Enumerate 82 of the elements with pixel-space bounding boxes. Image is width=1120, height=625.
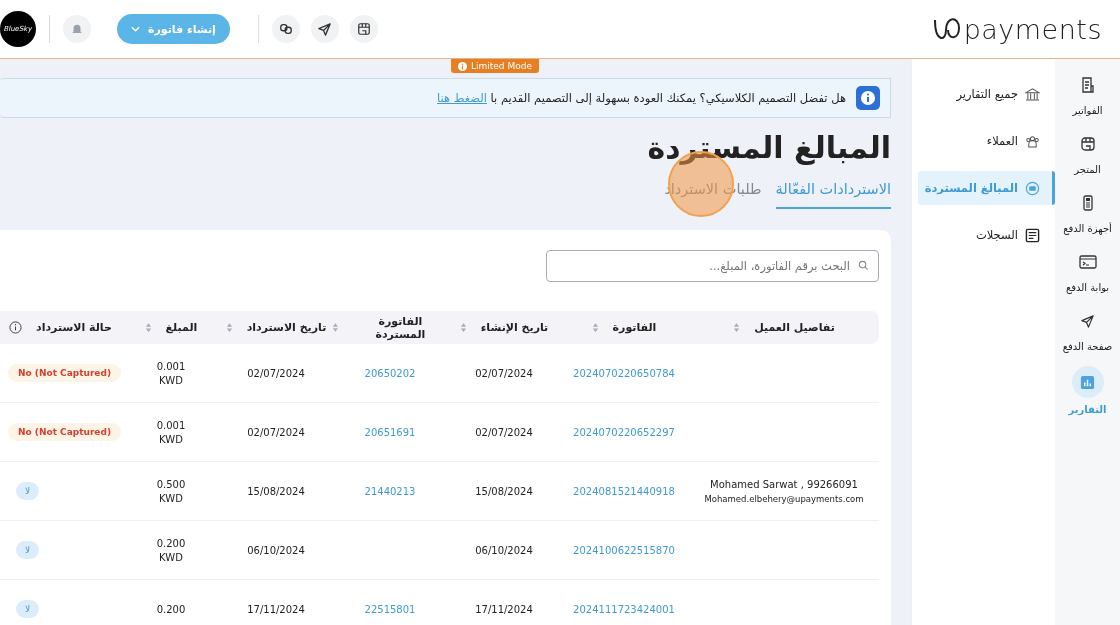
- date-cell: 06/10/2024: [247, 544, 305, 556]
- column-header: تاريخ الإنشاء: [480, 321, 549, 334]
- customer-email: Mohamed.elbehery@upayments.com: [703, 493, 865, 504]
- column-header: تاريخ الاسترداد: [246, 321, 327, 334]
- date-cell: 15/08/2024: [475, 485, 533, 497]
- bar-chart-icon: [1080, 374, 1095, 390]
- rail-nav-item[interactable]: أجهزة الدفع: [1063, 189, 1112, 234]
- date-cell: 02/07/2024: [475, 426, 533, 438]
- tab[interactable]: الاستردادات الفعّالة: [775, 181, 891, 209]
- refund-invoice-link[interactable]: 21440213: [364, 485, 416, 497]
- search-icon: [858, 260, 869, 271]
- submenu-item[interactable]: جميع التقارير: [918, 77, 1055, 111]
- send-icon[interactable]: [310, 15, 339, 43]
- refund-invoice-link[interactable]: 20650202: [364, 367, 416, 379]
- status-badge: لا: [16, 541, 40, 559]
- caret-icon: [131, 26, 140, 32]
- sort-icon[interactable]: [144, 322, 152, 333]
- store-icon: [1079, 136, 1096, 152]
- submenu-item[interactable]: السجلات: [918, 218, 1055, 252]
- list-icon: [1025, 227, 1040, 243]
- money-icon: [1025, 180, 1040, 196]
- amount-value: 0.001: [156, 419, 186, 431]
- rail-nav-item[interactable]: بوابة الدفع: [1065, 248, 1110, 293]
- submenu-item[interactable]: العملاء: [918, 124, 1055, 158]
- info-icon[interactable]: [9, 321, 23, 334]
- rail-nav-item[interactable]: الفواتير: [1071, 71, 1104, 116]
- amount-value: 0.200: [156, 603, 186, 615]
- terminal-window-icon: [1078, 254, 1097, 270]
- logo-text: payments: [963, 13, 1102, 45]
- status-badge: No (Not Captured): [7, 423, 121, 441]
- info-icon: [856, 86, 880, 110]
- column-header: حالة الاسترداد: [36, 321, 112, 334]
- rail-nav-item[interactable]: المتجر: [1071, 130, 1104, 175]
- date-cell: 02/07/2024: [475, 367, 533, 379]
- date-cell: 15/08/2024: [247, 485, 305, 497]
- link-icon[interactable]: [271, 15, 300, 43]
- notification-icon[interactable]: [63, 15, 91, 43]
- column-header: الفاتورة المستردة: [374, 314, 427, 341]
- logo-icon: [931, 16, 962, 42]
- store-icon[interactable]: [349, 15, 378, 43]
- invoice-link[interactable]: 2024070220652297: [573, 426, 675, 438]
- sort-icon[interactable]: [591, 322, 599, 333]
- currency-label: KWD: [159, 433, 183, 445]
- amount-value: 0.500: [156, 478, 186, 490]
- limited-mode-badge: Limited Mode: [451, 59, 539, 73]
- status-badge: No (Not Captured): [7, 364, 121, 382]
- send-icon: [1080, 313, 1095, 329]
- refund-invoice-link[interactable]: 20651691: [364, 426, 416, 438]
- amount-value: 0.001: [156, 360, 186, 372]
- status-badge: لا: [16, 600, 40, 618]
- column-header: تفاصيل العميل: [754, 321, 835, 334]
- invoice-link[interactable]: 2024081521440918: [573, 485, 675, 497]
- date-cell: 02/07/2024: [247, 426, 305, 438]
- bank-icon: [1025, 87, 1040, 101]
- create-invoice-button[interactable]: إنشاء فاتورة: [117, 14, 230, 44]
- date-cell: 06/10/2024: [475, 544, 533, 556]
- currency-label: KWD: [159, 551, 183, 563]
- customer-name: Mohamed Sarwat , 99266091: [709, 478, 859, 490]
- people-icon: [1025, 134, 1040, 148]
- invoice-link[interactable]: 2024111723424001: [573, 603, 675, 615]
- banner-message: هل تفضل التصميم الكلاسيكي؟ يمكنك العودة بسهولة إلى التصميم القديم با الضغط هنا: [437, 91, 846, 105]
- submenu-item[interactable]: المبالغ المستردة: [918, 171, 1055, 205]
- document-icon: [1079, 77, 1096, 93]
- invoice-link[interactable]: 2024100622515870: [573, 544, 675, 556]
- date-cell: 17/11/2024: [475, 603, 533, 615]
- date-cell: 17/11/2024: [247, 603, 305, 615]
- sort-icon[interactable]: [459, 322, 467, 333]
- date-cell: 02/07/2024: [247, 367, 305, 379]
- currency-label: KWD: [159, 492, 183, 504]
- amount-value: 0.200: [156, 537, 186, 549]
- sort-icon[interactable]: [733, 322, 741, 333]
- rail-nav-item[interactable]: صفحة الدفع: [1062, 307, 1113, 352]
- page-title: المبالغ المستردة: [646, 130, 891, 165]
- column-header: الفاتورة: [612, 321, 657, 334]
- search-field[interactable]: البحث برقم الفاتورة، المبلغ...: [546, 250, 879, 282]
- refund-invoice-link[interactable]: 22515801: [364, 603, 416, 615]
- column-header: المبلغ: [165, 321, 198, 334]
- currency-label: KWD: [159, 374, 183, 386]
- status-badge: لا: [16, 482, 40, 500]
- sort-icon[interactable]: [225, 322, 233, 333]
- classic-design-link[interactable]: الضغط هنا: [437, 91, 487, 105]
- invoice-link[interactable]: 2024070220650784: [573, 367, 675, 379]
